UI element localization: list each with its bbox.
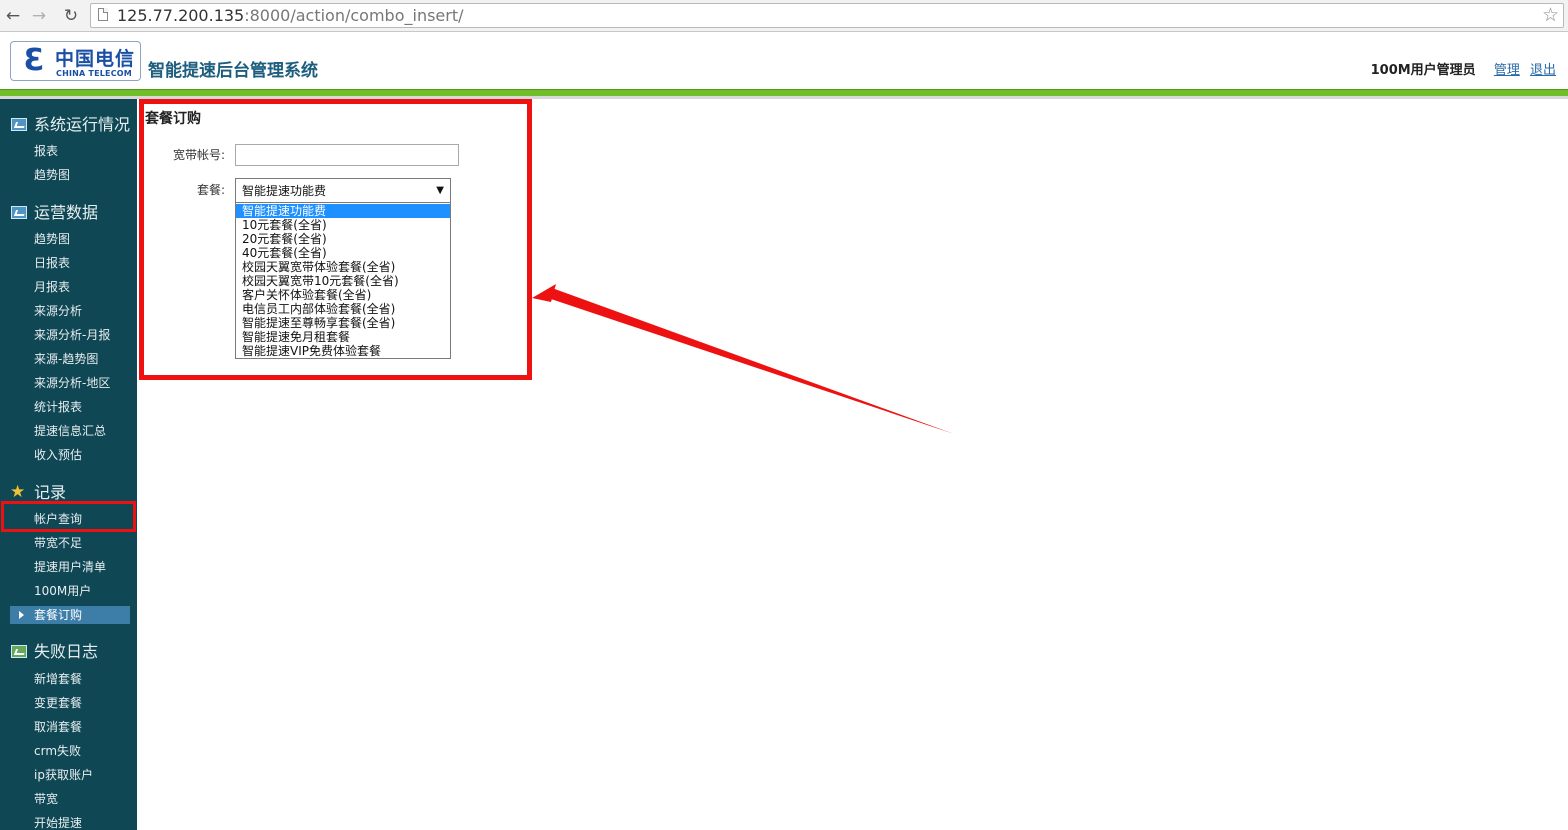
annotation-arrow-icon [532,284,954,434]
